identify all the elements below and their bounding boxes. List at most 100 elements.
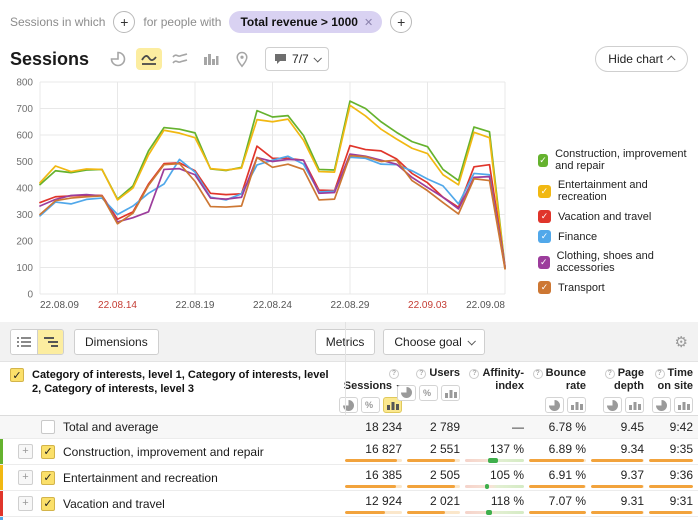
metric-value: 9.31 [621,494,644,508]
area-chart-type-button[interactable] [167,48,193,70]
table-row[interactable]: +✓Construction, improvement and repair16… [0,439,698,465]
toolbar-divider [345,322,346,416]
bar-display-toggle[interactable] [567,397,586,413]
annotations-dropdown[interactable]: 7/7 [265,47,329,71]
legend-checkbox[interactable]: ✓ [538,281,551,294]
chevron-down-icon [313,54,321,62]
metric-bar [591,459,644,462]
line-chart-type-button[interactable] [136,48,162,70]
legend-label: Finance [558,231,597,243]
bar-display-toggle[interactable] [441,385,460,401]
metric-value: 6.89 % [549,442,586,456]
table-row[interactable]: Total and average18 2342 789—6.78 %9.459… [0,416,698,439]
help-icon[interactable]: ? [469,369,479,379]
metric-column-header: ?Bounce rate [529,362,591,415]
choose-goal-dropdown[interactable]: Choose goal [383,329,484,355]
hide-chart-button[interactable]: Hide chart [595,46,688,72]
metric-bar [591,511,644,514]
segment-chip-total-revenue[interactable]: Total revenue > 1000 ✕ [229,11,382,33]
help-icon[interactable]: ? [655,369,665,379]
metric-label[interactable]: ?Sessions▼ [344,367,402,392]
pie-chart-type-button[interactable] [105,48,131,70]
legend-checkbox[interactable]: ✓ [538,185,551,198]
x-axis-label: 22.08.09 [40,300,79,311]
x-axis-label: 22.08.19 [176,300,215,311]
percent-display-toggle[interactable]: % [361,397,380,413]
svg-text:0: 0 [27,290,33,301]
add-session-condition-button[interactable]: + [113,11,135,33]
expand-row-button[interactable]: + [18,496,33,511]
category-color-strip [0,465,3,490]
legend-checkbox[interactable]: ✓ [538,230,551,243]
legend-item[interactable]: ✓ Transport [538,281,698,294]
percent-display-toggle[interactable]: % [419,385,438,401]
svg-text:400: 400 [16,184,33,195]
flat-list-view-button[interactable] [11,330,37,354]
metric-value-cell: 9:35 [649,439,698,464]
annotations-count: 7/7 [292,52,309,66]
legend-item[interactable]: ✓ Finance [538,230,698,243]
metric-value: 137 % [490,442,524,456]
metric-label[interactable]: ?Users [416,367,460,380]
metric-value-cell: 6.91 % [529,465,591,490]
metric-value: 9:36 [670,468,693,482]
dimensions-button[interactable]: Dimensions [74,329,159,355]
sessions-chart: 010020030040050060070080022.08.0922.08.1… [0,72,698,322]
map-chart-type-button[interactable] [229,48,255,70]
pie-display-toggle[interactable] [603,397,622,413]
metric-value-cell: — [465,416,529,438]
table-settings-gear-icon[interactable]: ⚙ [675,333,688,351]
metric-value-cell: 16 385 [345,465,407,490]
metric-value-cell: 2 505 [407,465,465,490]
metric-column-header: ?Time on site [649,362,698,415]
select-all-checkbox[interactable]: ✓ [10,368,24,382]
row-checkbox[interactable]: ✓ [41,445,55,459]
pie-display-toggle[interactable] [545,397,564,413]
pie-display-toggle[interactable] [397,385,416,401]
legend-label: Vacation and travel [558,211,651,223]
row-label: Entertainment and recreation [63,471,218,485]
category-color-strip [0,491,3,516]
expand-row-button[interactable]: + [18,470,33,485]
metric-value: 16 385 [365,468,402,482]
metric-value-cell: 9:36 [649,465,698,490]
legend-checkbox[interactable]: ✓ [538,256,550,269]
bar-display-toggle[interactable] [625,397,644,413]
line-chart-plot[interactable]: 010020030040050060070080022.08.0922.08.1… [0,72,535,322]
legend-checkbox[interactable]: ✓ [538,154,548,167]
legend-checkbox[interactable]: ✓ [538,210,551,223]
legend-label: Transport [558,282,605,294]
legend-item[interactable]: ✓ Construction, improvement and repair [538,148,698,172]
column-chart-type-button[interactable] [198,48,224,70]
expand-row-button[interactable]: + [18,444,33,459]
table-row[interactable]: +✓Vacation and travel12 9242 021118 %7.0… [0,491,698,517]
category-color-strip [0,517,3,520]
legend-label: Construction, improvement and repair [555,148,698,172]
legend-item[interactable]: ✓ Vacation and travel [538,210,698,223]
help-icon[interactable]: ? [416,369,426,379]
metric-value-cell: 2 021 [407,491,465,516]
add-user-condition-button[interactable]: + [390,11,412,33]
row-checkbox[interactable]: ✓ [41,471,55,485]
help-icon[interactable]: ? [605,369,615,379]
remove-segment-icon[interactable]: ✕ [364,16,373,29]
metric-value-cell: 118 % [465,491,529,516]
pie-display-toggle[interactable] [339,397,358,413]
help-icon[interactable]: ? [533,369,543,379]
legend-item[interactable]: ✓Clothing, shoes and accessories [538,250,698,274]
table-row[interactable]: + ✓ Entertainment and recreation 16 385 2 50… [0,465,698,491]
legend-item[interactable]: ✓Entertainment and recreation [538,179,698,203]
tree-view-button[interactable] [37,330,63,354]
row-checkbox[interactable]: ✓ [41,497,55,511]
svg-text:500: 500 [16,157,33,168]
bar-display-toggle[interactable] [674,397,693,413]
metric-label[interactable]: ?Page depth [591,367,644,392]
row-checkbox[interactable] [41,420,55,434]
metric-value: 6.78 % [549,420,586,434]
row-label-cell: Total and average [0,416,345,438]
metric-label[interactable]: ?Affinity-index [465,367,524,392]
metric-label[interactable]: ?Time on site [649,367,693,392]
metric-label[interactable]: ?Bounce rate [529,367,586,392]
pie-display-toggle[interactable] [652,397,671,413]
help-icon[interactable]: ? [389,369,399,379]
